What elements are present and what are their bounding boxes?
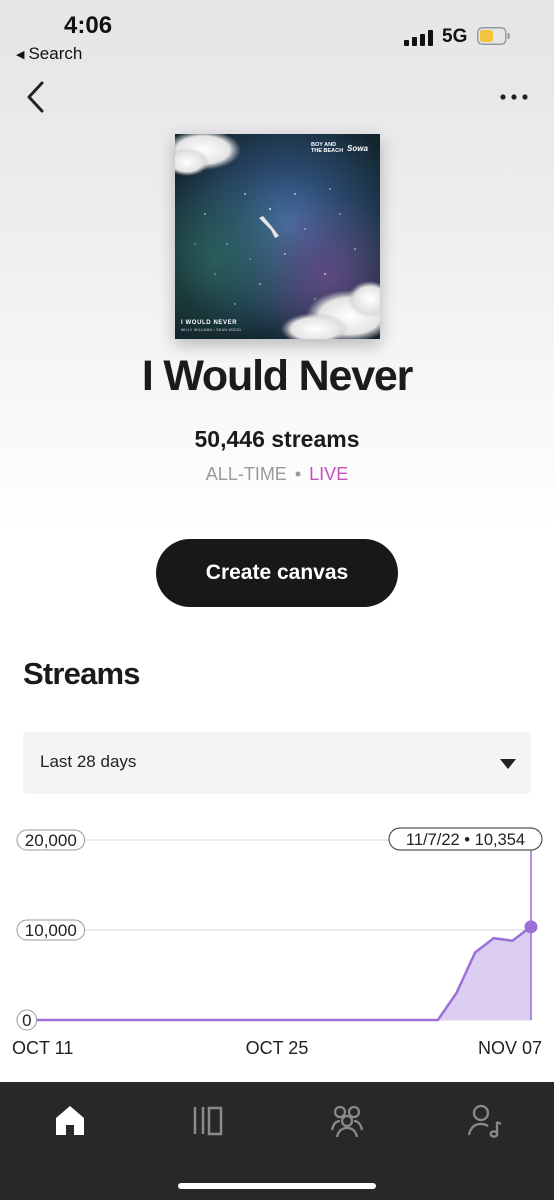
date-range-value: Last 28 days (40, 752, 137, 771)
back-app-label: Search (28, 44, 83, 63)
network-type: 5G (442, 26, 468, 47)
x-tick-label: NOV 07 (478, 1038, 542, 1058)
y-tick-label: 10,000 (25, 921, 77, 940)
album-artwork: BOY AND THE BEACH Sowa I WOULD NEVER MIL… (175, 134, 380, 339)
more-dots-icon[interactable] (497, 86, 531, 108)
artwork-cover-subtitle: MILLY WILLMAN / SEAN WOOD (181, 328, 242, 332)
artwork-logo-right: Sowa (347, 144, 368, 153)
period-line: ALL-TIME • LIVE (0, 464, 554, 485)
period-separator: • (294, 464, 302, 484)
data-point-last (524, 920, 538, 934)
cellular-signal-icon (404, 30, 433, 46)
streams-chart[interactable]: 20,000 10,000 0 11/7/22 • 10,354 OCT 11 OCT 2… (0, 820, 554, 1070)
period-label: ALL-TIME (205, 464, 287, 484)
x-tick-label: OCT 11 (12, 1038, 73, 1058)
music-catalog-icon[interactable] (187, 1100, 227, 1140)
back-triangle-icon: ◀ (16, 49, 25, 61)
caret-down-icon (500, 759, 516, 769)
artwork-logo-left: BOY AND THE BEACH (311, 142, 344, 154)
audience-icon[interactable] (327, 1100, 367, 1140)
create-canvas-button[interactable]: Create canvas (156, 539, 398, 607)
all-time-streams: 50,446 streams (194, 426, 360, 452)
home-indicator (178, 1183, 376, 1189)
live-badge: LIVE (309, 464, 349, 484)
profile-icon[interactable] (465, 1100, 505, 1140)
streams-area (28, 926, 531, 1020)
home-icon[interactable] (50, 1100, 90, 1140)
status-time: 4:06 (64, 12, 113, 39)
back-to-app-link[interactable]: ◀ Search (16, 44, 82, 64)
song-title: I Would Never (141, 352, 414, 400)
date-range-dropdown[interactable]: Last 28 days (23, 732, 531, 794)
streams-section-title: Streams (23, 656, 141, 691)
x-tick-label: OCT 25 (246, 1038, 309, 1058)
artwork-cover-title: I WOULD NEVER (181, 320, 238, 326)
battery-icon (477, 27, 510, 45)
chevron-left-icon[interactable] (22, 80, 52, 114)
y-tick-label: 20,000 (25, 831, 77, 850)
y-tick-label: 0 (22, 1011, 31, 1030)
tooltip-text: 11/7/22 • 10,354 (406, 831, 525, 849)
